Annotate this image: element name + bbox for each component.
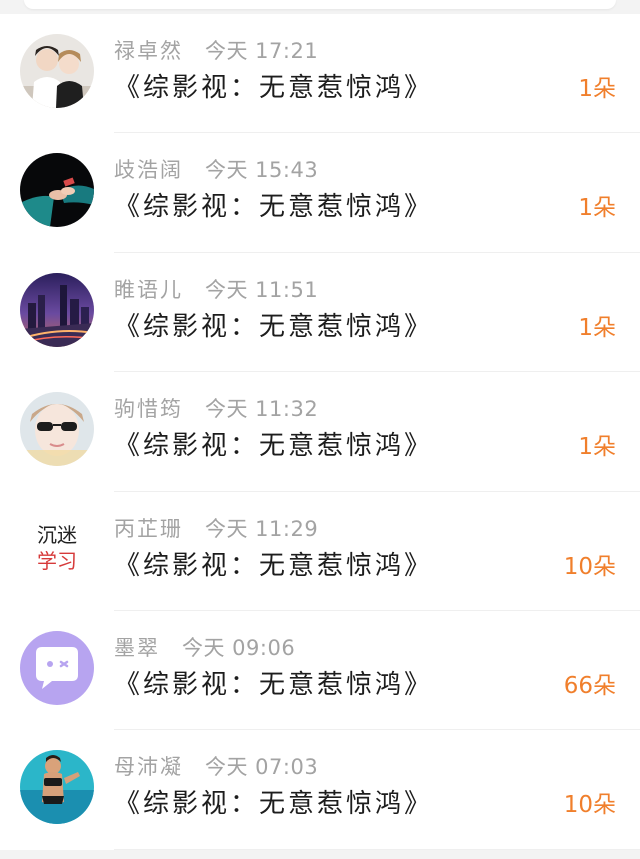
avatar[interactable]: 沉迷 学习 xyxy=(20,511,94,586)
book-title[interactable]: 《综影视：无意惹惊鸿》 xyxy=(114,667,433,703)
text-avatar: 沉迷 学习 xyxy=(20,511,94,586)
book-title[interactable]: 《综影视：无意惹惊鸿》 xyxy=(114,548,433,584)
book-title[interactable]: 《综影视：无意惹惊鸿》 xyxy=(114,786,433,822)
avatar[interactable] xyxy=(20,750,94,825)
avatar[interactable] xyxy=(20,34,94,108)
sender-name: 丙芷珊 xyxy=(114,516,183,541)
flower-amount: 1朵 xyxy=(578,314,616,341)
sender-name: 睢语儿 xyxy=(114,277,183,302)
gift-time: 今天 15:43 xyxy=(205,158,319,183)
sender-meta: 睢语儿 今天 11:51 xyxy=(114,275,318,305)
gift-time: 今天 07:03 xyxy=(205,755,319,780)
gift-row[interactable]: 驹惜筠 今天 11:32 《综影视：无意惹惊鸿》 1朵 xyxy=(0,372,640,492)
flower-amount: 10朵 xyxy=(563,792,616,819)
pool-photo-avatar xyxy=(20,750,94,825)
chat-bubble-avatar xyxy=(20,630,94,705)
flower-amount: 1朵 xyxy=(578,434,616,461)
sender-meta: 禄卓然 今天 17:21 xyxy=(114,36,318,66)
gift-row[interactable]: 墨翠 今天 09:06 《综影视：无意惹惊鸿》 66朵 xyxy=(0,611,640,731)
sender-name: 歧浩阔 xyxy=(114,158,183,183)
sender-meta: 歧浩阔 今天 15:43 xyxy=(114,155,318,185)
divider xyxy=(114,848,640,850)
gift-time: 今天 11:32 xyxy=(205,397,319,422)
dark-hands-avatar xyxy=(20,153,94,228)
avatar[interactable] xyxy=(20,272,94,347)
gift-time: 今天 09:06 xyxy=(182,635,296,660)
gift-time: 今天 11:29 xyxy=(205,516,319,541)
book-title[interactable]: 《综影视：无意惹惊鸿》 xyxy=(114,428,433,464)
flower-amount: 66朵 xyxy=(563,672,616,699)
couple-photo-avatar xyxy=(20,34,94,108)
sender-meta: 墨翠 今天 09:06 xyxy=(114,633,295,663)
gift-row[interactable]: 母沛凝 今天 07:03 《综影视：无意惹惊鸿》 10朵 xyxy=(0,730,640,850)
gift-list: 禄卓然今天 17:21 《综影视：无意惹惊鸿》 1朵 歧浩阔今天 15:43 xyxy=(0,14,640,850)
gift-row[interactable]: 睢语儿 今天 11:51 《综影视：无意惹惊鸿》 1朵 xyxy=(0,253,640,373)
gift-row[interactable]: 禄卓然 今天 17:21 《综影视：无意惹惊鸿》 1朵 xyxy=(0,14,640,134)
city-night-avatar xyxy=(20,272,94,347)
book-title[interactable]: 《综影视：无意惹惊鸿》 xyxy=(114,309,433,345)
gift-time: 今天 11:51 xyxy=(205,277,319,302)
gift-row[interactable]: 沉迷 学习 丙芷珊 今天 11:29 《综影视：无意惹惊鸿》 10朵 xyxy=(0,492,640,611)
sender-meta: 驹惜筠 今天 11:32 xyxy=(114,394,318,424)
gift-time: 今天 17:21 xyxy=(205,39,319,63)
gift-row[interactable]: 歧浩阔 今天 15:43 《综影视：无意惹惊鸿》 1朵 xyxy=(0,133,640,253)
avatar[interactable] xyxy=(20,630,94,705)
book-title[interactable]: 《综影视：无意惹惊鸿》 xyxy=(114,70,433,106)
sender-name: 母沛凝 xyxy=(114,755,183,780)
gift-list-page: 禄卓然今天 17:21 《综影视：无意惹惊鸿》 1朵 歧浩阔今天 15:43 xyxy=(0,0,640,859)
avatar-text-bottom: 学习 xyxy=(37,549,77,573)
sender-name: 禄卓然 xyxy=(114,39,183,63)
avatar[interactable] xyxy=(20,153,94,228)
avatar-text-top: 沉迷 xyxy=(37,523,77,547)
flower-amount: 10朵 xyxy=(563,553,616,580)
avatar[interactable] xyxy=(20,392,94,467)
sender-name: 驹惜筠 xyxy=(114,397,183,422)
book-title[interactable]: 《综影视：无意惹惊鸿》 xyxy=(114,189,433,225)
sender-name: 墨翠 xyxy=(114,635,160,660)
flower-amount: 1朵 xyxy=(578,76,616,102)
sender-meta: 母沛凝 今天 07:03 xyxy=(114,752,318,782)
top-card-edge xyxy=(24,0,616,9)
flower-amount: 1朵 xyxy=(578,195,616,222)
sender-meta: 丙芷珊 今天 11:29 xyxy=(114,514,318,544)
sunglasses-avatar xyxy=(20,392,94,467)
